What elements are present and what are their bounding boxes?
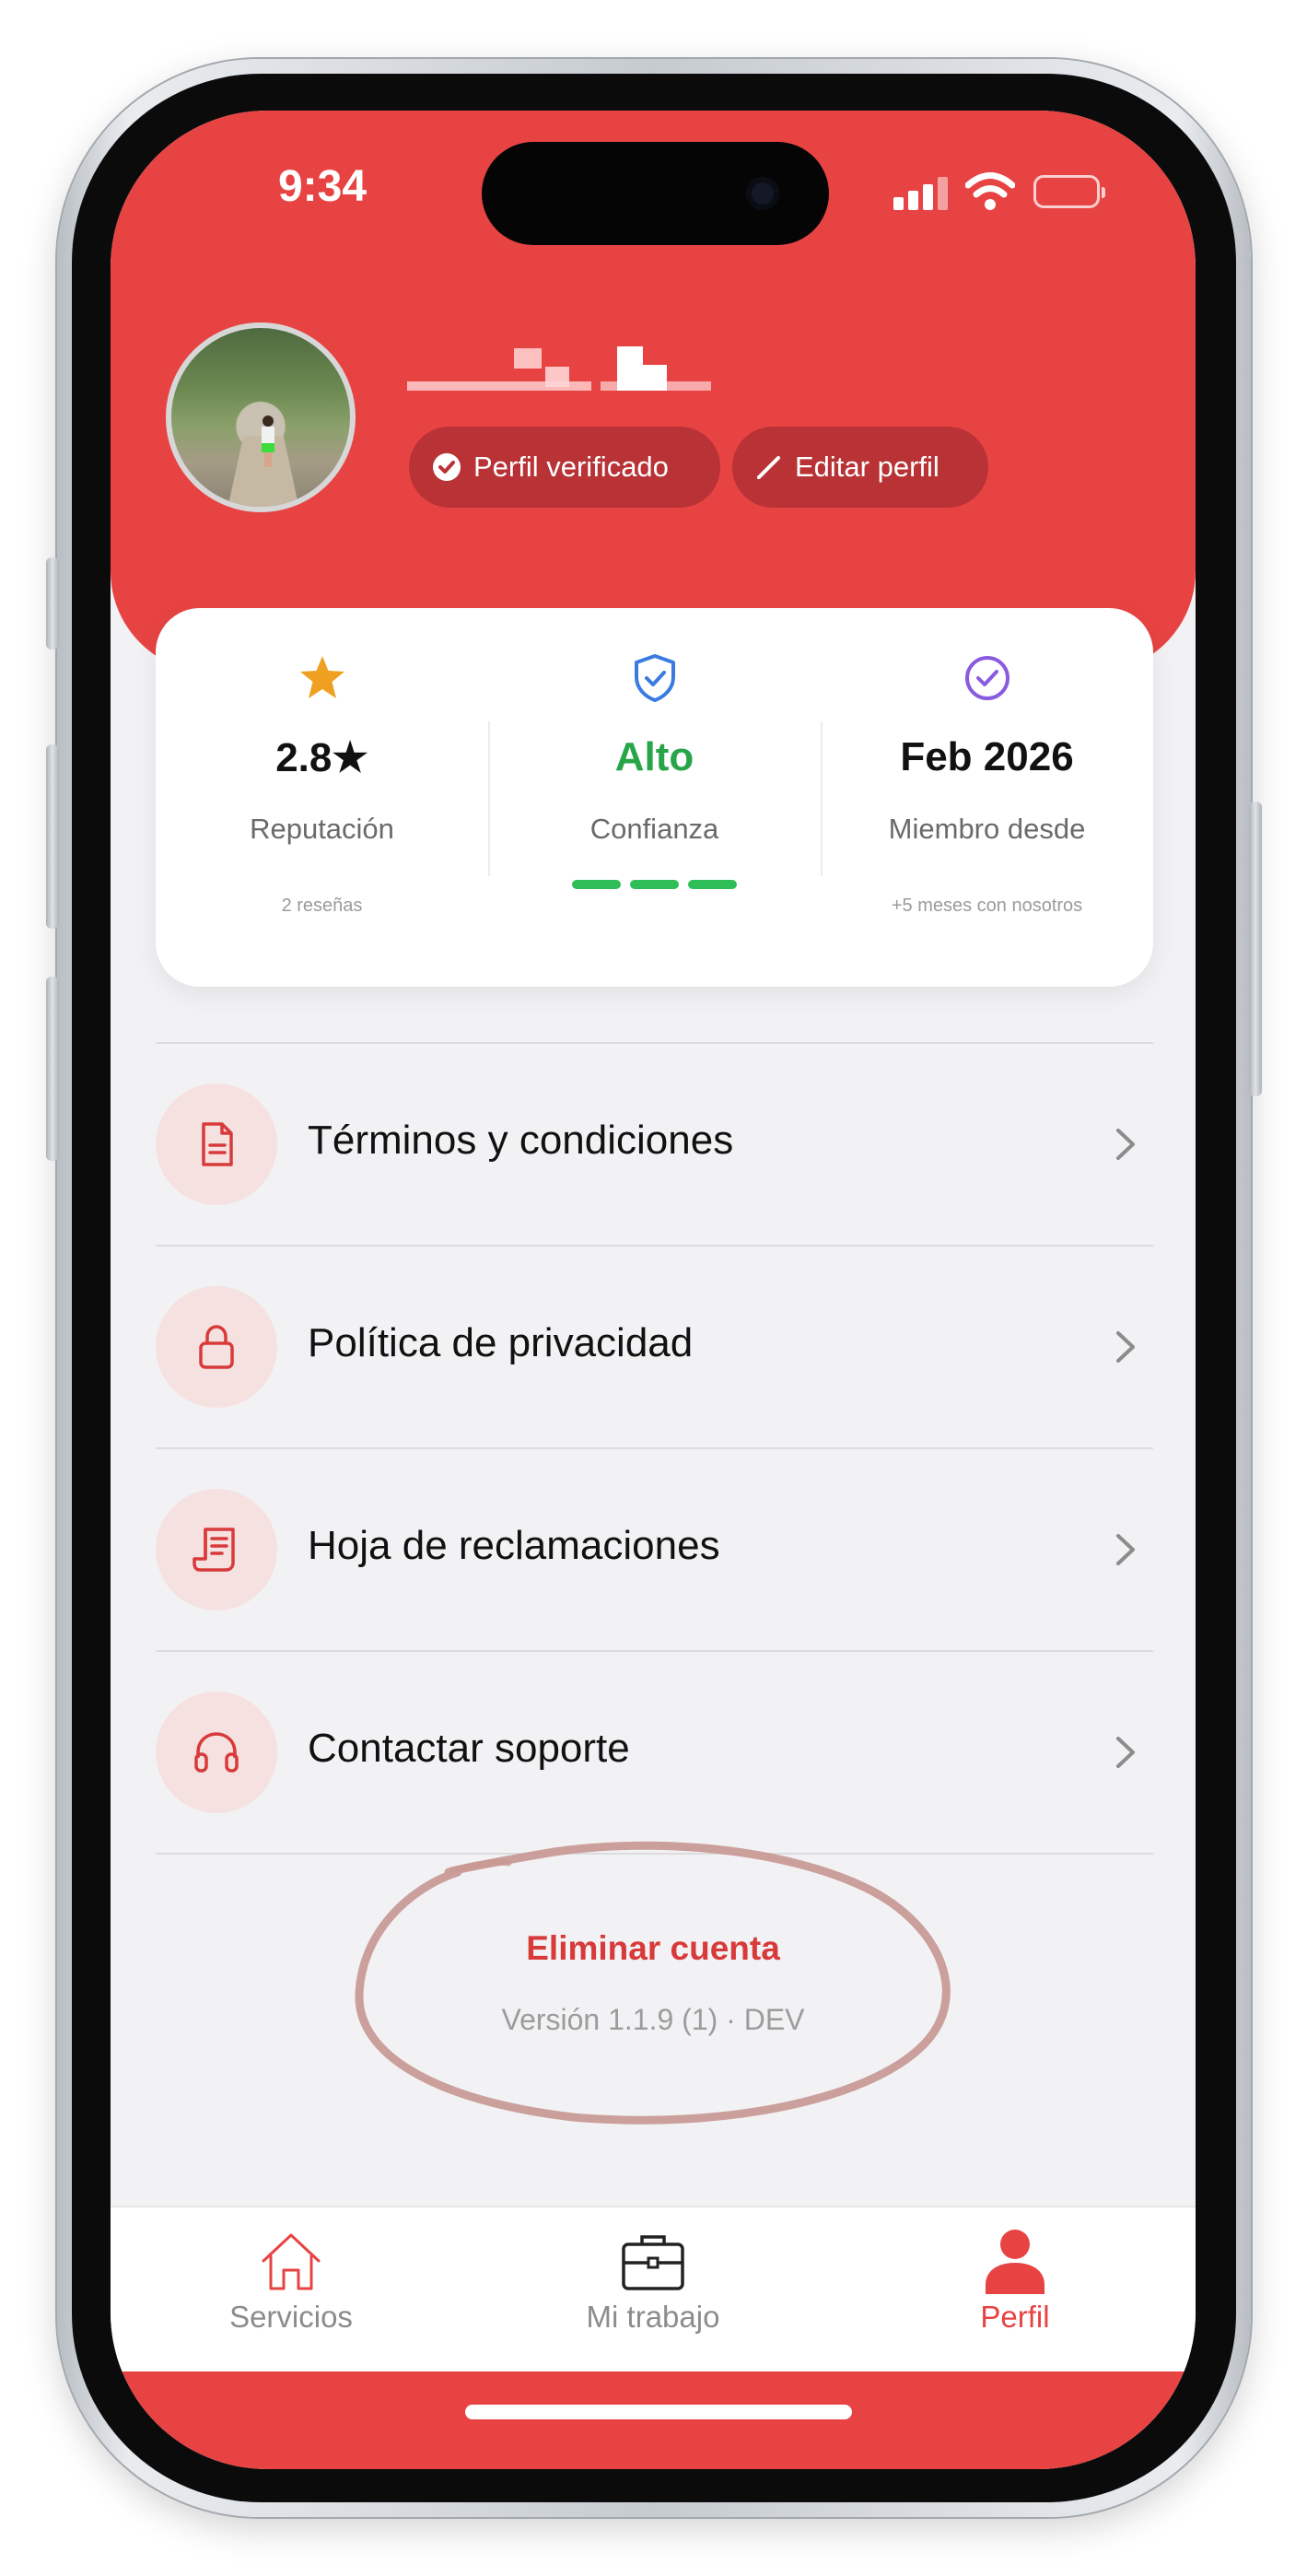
chevron-right-icon [1116, 1331, 1135, 1363]
star-icon [300, 656, 344, 698]
member-since-value: Feb 2026 [900, 734, 1074, 779]
menu-item-label: Hoja de reclamaciones [308, 1523, 720, 1568]
pencil-icon [757, 456, 780, 479]
edit-profile-label: Editar perfil [795, 451, 939, 483]
stat-reputation: 2.8★ Reputación 2 reseñas [156, 608, 488, 987]
user-name-redacted [407, 346, 776, 402]
trust-level-bars [572, 880, 738, 889]
annotation-circle [355, 1841, 951, 2125]
verified-profile-badge[interactable]: Perfil verificado [409, 427, 720, 508]
battery-icon [1033, 175, 1105, 208]
menu-item-label: Términos y condiciones [308, 1118, 734, 1163]
power-button [1249, 802, 1262, 1096]
headphones-icon [156, 1692, 277, 1813]
stats-card: 2.8★ Reputación 2 reseñas Alto Confianza [156, 608, 1153, 987]
trust-label: Confianza [589, 813, 719, 845]
tab-label: Perfil [980, 2300, 1050, 2334]
chevron-right-icon [1116, 1129, 1135, 1160]
tab-perfil[interactable]: Perfil [834, 2207, 1196, 2373]
briefcase-icon [622, 2235, 684, 2290]
receipt-icon [156, 1489, 277, 1610]
volume-down-button [46, 977, 59, 1161]
status-time: 9:34 [277, 162, 368, 211]
stat-member-since: Feb 2026 Miembro desde +5 meses con noso… [821, 608, 1153, 987]
home-icon [262, 2233, 321, 2290]
member-since-label: Miembro desde [888, 813, 1086, 845]
menu-item-complaints[interactable]: Hoja de reclamaciones [156, 1449, 1153, 1652]
check-circle-icon [965, 656, 1009, 700]
tab-servicios[interactable]: Servicios [111, 2207, 472, 2373]
lock-icon [156, 1286, 277, 1408]
person-icon [986, 2230, 1044, 2294]
app-screen: 9:34 Perfil verificado Editar perfil 2.8… [111, 111, 1196, 2469]
document-icon [156, 1083, 277, 1205]
edit-profile-button[interactable]: Editar perfil [732, 427, 988, 508]
action-button [46, 557, 59, 650]
tab-label: Servicios [229, 2300, 353, 2334]
stat-trust: Alto Confianza [488, 608, 821, 987]
chevron-right-icon [1116, 1534, 1135, 1565]
avatar[interactable] [166, 322, 356, 512]
reputation-value: 2.8★ [275, 735, 368, 780]
cellular-signal-icon [893, 177, 951, 210]
home-indicator[interactable] [465, 2405, 852, 2419]
front-camera [746, 177, 779, 210]
reputation-label: Reputación [250, 813, 394, 845]
bottom-tab-bar: Servicios Mi trabajo Perfil [111, 2206, 1196, 2373]
settings-menu: Términos y condiciones Política de priva… [156, 1042, 1153, 1855]
menu-item-label: Contactar soporte [308, 1726, 630, 1771]
menu-item-terms[interactable]: Términos y condiciones [156, 1044, 1153, 1247]
menu-item-label: Política de privacidad [308, 1320, 694, 1365]
check-circle-icon [433, 453, 461, 481]
reviews-count: 2 reseñas [281, 896, 363, 916]
bottom-safe-area [111, 2371, 1196, 2469]
trust-value: Alto [614, 734, 694, 779]
verified-label: Perfil verificado [473, 451, 669, 483]
tab-label: Mi trabajo [586, 2300, 720, 2334]
wifi-icon [965, 172, 1015, 210]
tab-mi-trabajo[interactable]: Mi trabajo [473, 2207, 834, 2373]
member-duration: +5 meses con nosotros [891, 896, 1083, 916]
chevron-right-icon [1116, 1737, 1135, 1768]
menu-item-privacy[interactable]: Política de privacidad [156, 1247, 1153, 1449]
volume-up-button [46, 744, 59, 929]
shield-check-icon [635, 654, 675, 702]
